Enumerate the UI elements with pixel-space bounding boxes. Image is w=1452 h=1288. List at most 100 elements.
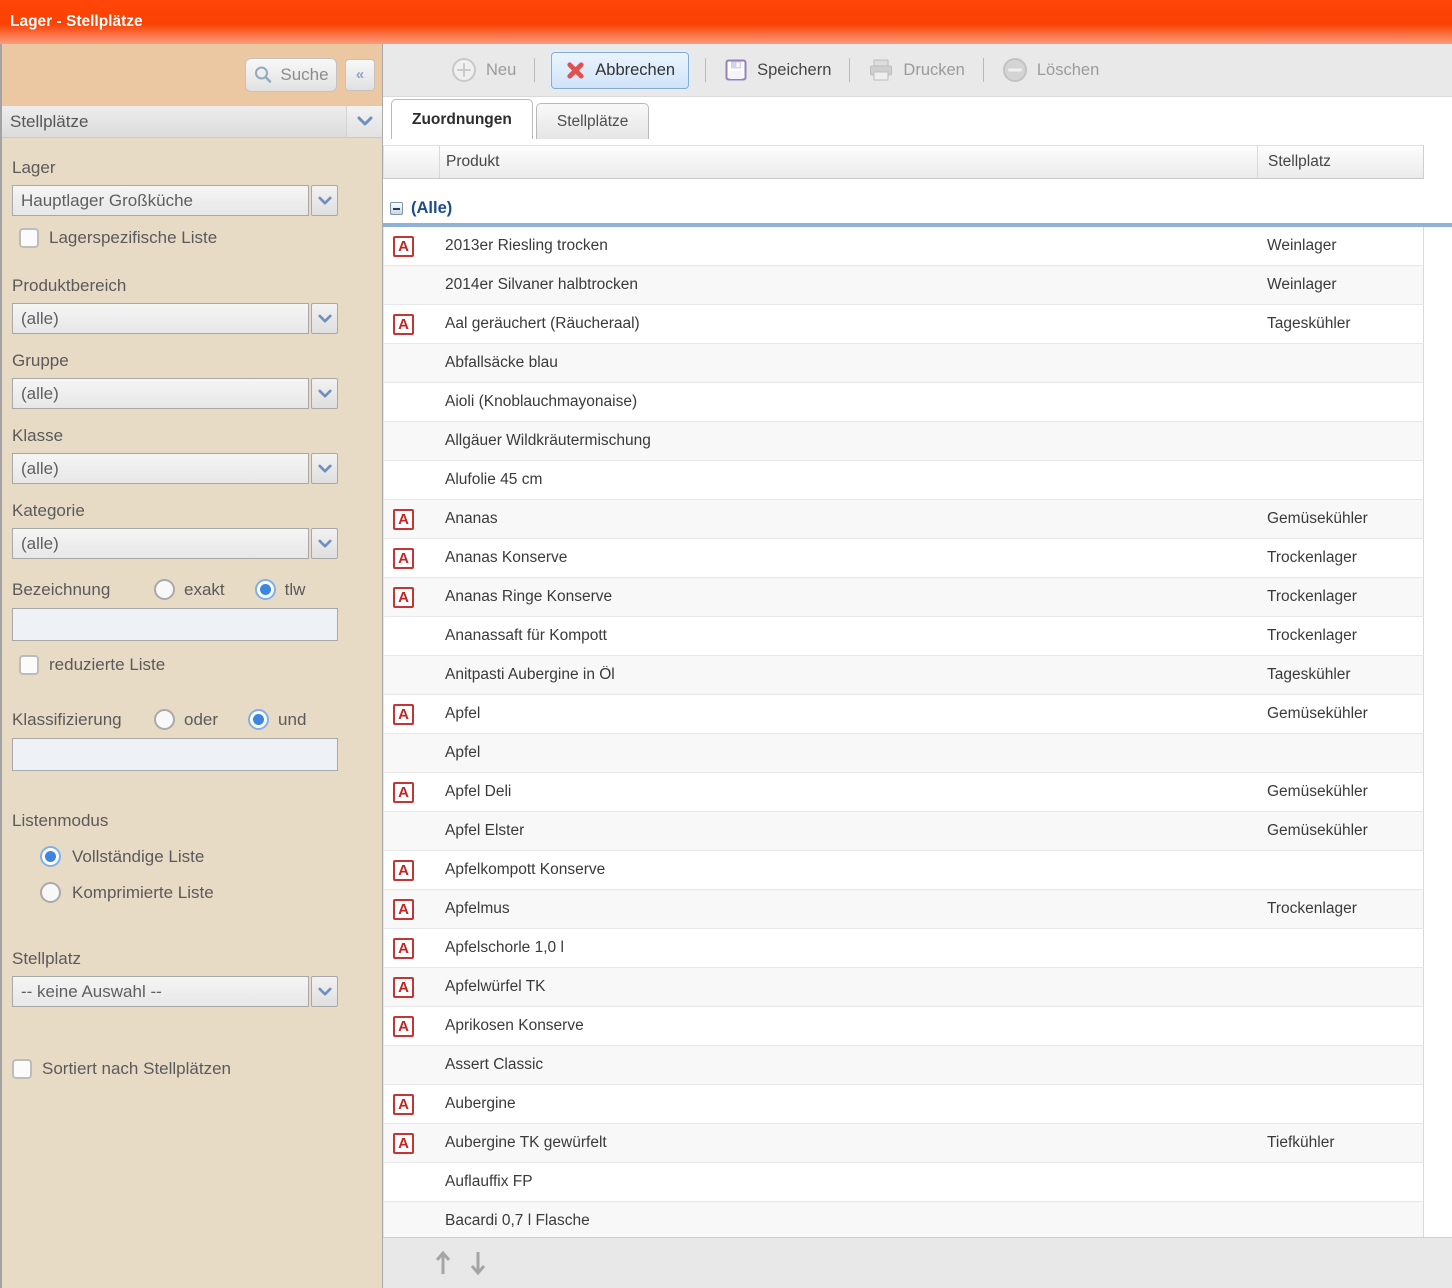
vollstaendige-liste-radio-row[interactable]: Vollständige Liste [40, 846, 338, 867]
table-row[interactable]: A Apfel [383, 734, 1424, 773]
produktbereich-dropdown-value[interactable]: (alle) [12, 303, 309, 334]
table-row[interactable]: A Aubergine [383, 1085, 1424, 1124]
produkt-column-header[interactable]: Produkt [439, 146, 1257, 178]
app-content: Suche « Stellplätze Lager Hauptlager Gro… [0, 44, 1452, 1288]
bezeichnung-tlw-radio-row[interactable]: tlw [255, 579, 306, 600]
table-row[interactable]: A Alufolie 45 cm [383, 461, 1424, 500]
lager-dropdown-value[interactable]: Hauptlager Großküche [12, 185, 309, 216]
produktbereich-label: Produktbereich [12, 276, 338, 296]
bezeichnung-exakt-radio-row[interactable]: exakt [154, 579, 225, 600]
lager-dropdown-button[interactable] [311, 185, 338, 216]
print-button[interactable]: Drucken [862, 58, 970, 83]
klasse-dropdown-button[interactable] [311, 453, 338, 484]
gruppe-dropdown-value[interactable]: (alle) [12, 378, 309, 409]
klassifizierung-und-radio[interactable] [248, 709, 269, 730]
product-name-cell: Aubergine TK gewürfelt [439, 1134, 1257, 1152]
search-button[interactable]: Suche [245, 58, 337, 92]
table-row[interactable]: A 2014er Silvaner halbtrocken Weinlager [383, 266, 1424, 305]
table-row[interactable]: A Bacardi 0,7 l Flasche [383, 1202, 1424, 1241]
table-row[interactable]: A Apfel Gemüsekühler [383, 695, 1424, 734]
article-flag-icon: A [393, 977, 414, 998]
tab-stellplaetze[interactable]: Stellplätze [536, 103, 650, 139]
cancel-button[interactable]: Abbrechen [551, 52, 689, 89]
bezeichnung-input[interactable] [12, 608, 338, 641]
sortiert-checkbox[interactable] [12, 1059, 32, 1079]
table-row[interactable]: A Apfel Deli Gemüsekühler [383, 773, 1424, 812]
flag-column-header[interactable] [384, 146, 439, 178]
table-row[interactable]: A Apfel Elster Gemüsekühler [383, 812, 1424, 851]
article-flag-cell: A [384, 626, 439, 647]
table-row[interactable]: A Aprikosen Konserve [383, 1007, 1424, 1046]
stellplatz-column-header[interactable]: Stellplatz [1257, 146, 1423, 178]
stellplatz-dropdown-value[interactable]: -- keine Auswahl -- [12, 976, 309, 1007]
product-name-cell: Apfel [439, 744, 1257, 762]
bezeichnung-tlw-radio[interactable] [255, 579, 276, 600]
collapse-minus-icon[interactable] [390, 202, 403, 215]
table-row[interactable]: A Aioli (Knoblauchmayonaise) [383, 383, 1424, 422]
new-button[interactable]: Neu [445, 57, 522, 83]
arrow-up-icon [433, 1249, 453, 1277]
product-name-cell: 2014er Silvaner halbtrocken [439, 276, 1257, 294]
table-row[interactable]: A Apfelwürfel TK [383, 968, 1424, 1007]
product-name-cell: Apfelwürfel TK [439, 978, 1257, 996]
bezeichnung-row: Bezeichnung exakt tlw [12, 579, 338, 600]
vollstaendige-liste-radio[interactable] [40, 846, 61, 867]
table-row[interactable]: A Ananas Ringe Konserve Trockenlager [383, 578, 1424, 617]
article-flag-icon: A [393, 899, 414, 920]
klassifizierung-und-radio-row[interactable]: und [248, 709, 306, 730]
chevron-down-icon [318, 196, 332, 206]
klassifizierung-row: Klassifizierung oder und [12, 709, 338, 730]
kategorie-dropdown-button[interactable] [311, 528, 338, 559]
article-flag-icon: A [393, 1133, 414, 1154]
panel-collapse-button[interactable] [346, 106, 382, 137]
lagerspezifische-liste-checkbox-row[interactable]: Lagerspezifische Liste [19, 228, 338, 248]
save-button[interactable]: Speichern [718, 58, 837, 82]
product-name-cell: Assert Classic [439, 1056, 1257, 1074]
klasse-dropdown-value[interactable]: (alle) [12, 453, 309, 484]
delete-button[interactable]: Löschen [996, 57, 1105, 83]
scroll-down-button[interactable] [468, 1249, 488, 1277]
reduzierte-liste-checkbox[interactable] [19, 655, 39, 675]
table-row[interactable]: A Aubergine TK gewürfelt Tiefkühler [383, 1124, 1424, 1163]
bezeichnung-exakt-radio[interactable] [154, 579, 175, 600]
scroll-up-button[interactable] [433, 1249, 453, 1277]
product-name-cell: Apfel Elster [439, 822, 1257, 840]
reduzierte-liste-checkbox-row[interactable]: reduzierte Liste [19, 655, 338, 675]
table-row[interactable]: A Allgäuer Wildkräutermischung [383, 422, 1424, 461]
table-row[interactable]: A Apfelkompott Konserve [383, 851, 1424, 890]
produktbereich-dropdown-button[interactable] [311, 303, 338, 334]
filter-sidebar: Suche « Stellplätze Lager Hauptlager Gro… [0, 44, 382, 1288]
table-row[interactable]: A Abfallsäcke blau [383, 344, 1424, 383]
table-row[interactable]: A Auflauffix FP [383, 1163, 1424, 1202]
table-row[interactable]: A 2013er Riesling trocken Weinlager [383, 227, 1424, 266]
table-row[interactable]: A Aal geräuchert (Räucheraal) Tageskühle… [383, 305, 1424, 344]
klassifizierung-oder-radio[interactable] [154, 709, 175, 730]
table-row[interactable]: A Ananassaft für Kompott Trockenlager [383, 617, 1424, 656]
printer-icon [868, 58, 894, 83]
gruppe-dropdown-button[interactable] [311, 378, 338, 409]
klassifizierung-oder-radio-row[interactable]: oder [154, 709, 218, 730]
sortiert-checkbox-row[interactable]: Sortiert nach Stellplätzen [12, 1059, 338, 1079]
klassifizierung-input[interactable] [12, 738, 338, 771]
toolbar-separator [534, 58, 535, 82]
table-row[interactable]: A Apfelmus Trockenlager [383, 890, 1424, 929]
table-row[interactable]: A Apfelschorle 1,0 l [383, 929, 1424, 968]
article-flag-cell: A [384, 431, 439, 452]
chevron-down-icon [318, 464, 332, 474]
table-row[interactable]: A Assert Classic [383, 1046, 1424, 1085]
stellplatz-dropdown: -- keine Auswahl -- [12, 976, 338, 1007]
table-row[interactable]: A Ananas Gemüsekühler [383, 500, 1424, 539]
table-row[interactable]: A Anitpasti Aubergine in Öl Tageskühler [383, 656, 1424, 695]
stellplatz-dropdown-button[interactable] [311, 976, 338, 1007]
komprimierte-liste-radio-row[interactable]: Komprimierte Liste [40, 882, 338, 903]
group-row-alle[interactable]: (Alle) [383, 195, 1452, 221]
kategorie-dropdown-value[interactable]: (alle) [12, 528, 309, 559]
lagerspezifische-liste-checkbox[interactable] [19, 228, 39, 248]
table-row[interactable]: A Ananas Konserve Trockenlager [383, 539, 1424, 578]
product-name-cell: Aprikosen Konserve [439, 1017, 1257, 1035]
komprimierte-liste-radio[interactable] [40, 882, 61, 903]
tab-zuordnungen[interactable]: Zuordnungen [391, 99, 533, 139]
article-flag-icon: A [393, 938, 414, 959]
stellplatz-cell: Trockenlager [1257, 588, 1423, 606]
sidebar-collapse-button[interactable]: « [345, 59, 375, 91]
